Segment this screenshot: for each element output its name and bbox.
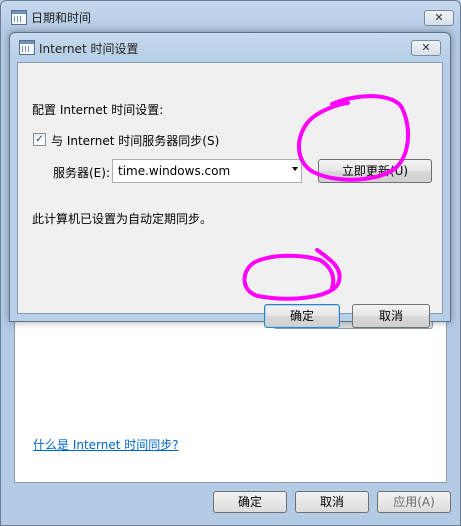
server-value: time.windows.com (118, 164, 231, 178)
outer-cancel-button[interactable]: 取消 (295, 491, 369, 513)
sync-checkbox[interactable]: ✓ (33, 133, 46, 146)
config-heading: 配置 Internet 时间设置: (32, 103, 164, 117)
dialog-title: Internet 时间设置 (39, 42, 139, 56)
dropdown-arrow-icon[interactable] (292, 167, 298, 171)
dialog-ok-button[interactable]: 确定 (264, 304, 340, 328)
update-now-button[interactable]: 立即更新(U) (318, 159, 432, 183)
sync-checkbox-label[interactable]: 与 Internet 时间服务器同步(S) (51, 132, 219, 149)
calendar-icon (11, 10, 27, 25)
server-combobox[interactable]: time.windows.com (112, 159, 302, 183)
outer-apply-button[interactable]: 应用(A) (377, 491, 451, 513)
window-close-button[interactable]: ✕ (424, 10, 454, 26)
dialog-body: 配置 Internet 时间设置: ✓ 与 Internet 时间服务器同步(S… (17, 62, 443, 328)
internet-time-settings-dialog: Internet 时间设置 ✕ 配置 Internet 时间设置: ✓ 与 In… (9, 32, 451, 328)
dialog-cancel-button[interactable]: 取消 (352, 304, 430, 328)
calendar-icon (19, 40, 35, 55)
window-title: 日期和时间 (31, 11, 92, 25)
outer-ok-button[interactable]: 确定 (213, 491, 287, 513)
sync-status-text: 此计算机已设置为自动定期同步。 (32, 212, 213, 226)
dialog-close-button[interactable]: ✕ (411, 40, 441, 56)
internet-time-help-link[interactable]: 什么是 Internet 时间同步? (33, 436, 179, 453)
internet-time-panel: 什么是 Internet 时间同步? (14, 301, 447, 483)
server-label: 服务器(E): (53, 166, 110, 180)
